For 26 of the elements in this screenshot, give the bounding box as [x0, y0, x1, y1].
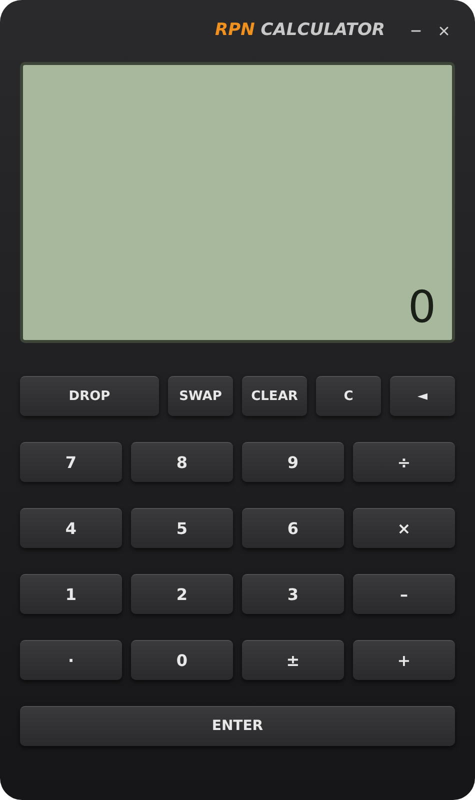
keypad-key[interactable]: + — [353, 640, 455, 680]
keypad-key[interactable]: · — [20, 640, 122, 680]
keypad-key[interactable]: 8 — [131, 442, 233, 482]
function-key[interactable]: CLEAR — [242, 376, 307, 416]
enter-key[interactable]: ENTER — [20, 706, 455, 746]
keypad-key[interactable]: 7 — [20, 442, 122, 482]
function-key[interactable]: DROP — [20, 376, 159, 416]
keypad-key[interactable]: ÷ — [353, 442, 455, 482]
function-key[interactable]: SWAP — [168, 376, 233, 416]
close-icon[interactable] — [437, 24, 451, 38]
keypad-key[interactable]: 0 — [131, 640, 233, 680]
keypad-key[interactable]: 1 — [20, 574, 122, 614]
keypad-key[interactable]: × — [353, 508, 455, 548]
display-value: 0 — [408, 286, 436, 330]
keypad-key[interactable]: ± — [242, 640, 344, 680]
keypad-key[interactable]: 2 — [131, 574, 233, 614]
keypad-key[interactable]: 9 — [242, 442, 344, 482]
keypad-key[interactable]: 6 — [242, 508, 344, 548]
title-text: CALCULATOR — [260, 20, 385, 40]
keypad-key[interactable]: 4 — [20, 508, 122, 548]
keypad-key[interactable]: 3 — [242, 574, 344, 614]
keypad-key[interactable]: – — [353, 574, 455, 614]
function-key[interactable]: C — [316, 376, 381, 416]
function-key[interactable]: ◄ — [390, 376, 455, 416]
keypad-key[interactable]: 5 — [131, 508, 233, 548]
title-brand: RPN — [215, 20, 255, 40]
